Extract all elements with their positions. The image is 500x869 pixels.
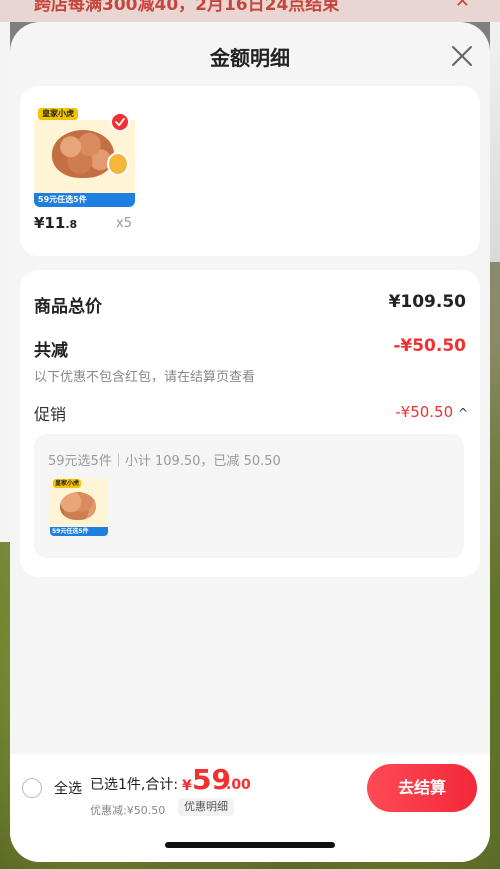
total-price-label: 商品总价 xyxy=(34,297,102,317)
total-amount-decimal: .00 xyxy=(226,777,251,793)
promo-banner: 跨店每满300减40，2月16日24点结束 ✕ xyxy=(0,0,500,22)
product-quantity: x5 xyxy=(116,216,132,231)
close-icon[interactable]: ✕ xyxy=(455,0,470,12)
promo-tag: 59元任选5件 xyxy=(50,527,108,536)
brand-label: 皇家小虎 xyxy=(38,108,78,120)
price-main: ¥11 xyxy=(34,214,66,232)
discount-note: 优惠减:¥50.50 xyxy=(90,804,166,817)
sheet-header: 金额明细 xyxy=(10,22,490,88)
background-page-edge xyxy=(0,22,10,542)
chevron-up-icon: ^ xyxy=(457,406,468,420)
select-all-label[interactable]: 全选 xyxy=(54,778,82,798)
promotion-detail-box: 59元选5件｜小计 109.50，已减 50.50 皇家小虎 59元任选5件 xyxy=(34,434,464,558)
promo-tag: 59元任选5件 xyxy=(34,193,135,207)
total-price-value: ¥109.50 xyxy=(388,292,466,312)
reduction-label: 共减 xyxy=(34,341,68,361)
checkout-bar: 全选 已选1件,合计: ¥ 59 .00 优惠减:¥50.50 优惠明细 去结算 xyxy=(10,754,490,862)
promotion-description: 59元选5件｜小计 109.50，已减 50.50 xyxy=(48,454,281,469)
reduction-value: -¥50.50 xyxy=(393,336,466,356)
product-card: 皇家小虎 59元任选5件 ¥11.8 x5 xyxy=(20,86,480,256)
price-decimal: .8 xyxy=(65,218,78,231)
sausage-image xyxy=(52,130,114,178)
checkout-button[interactable]: 去结算 xyxy=(367,764,477,812)
promotion-value: -¥50.50 xyxy=(395,403,454,421)
home-indicator xyxy=(165,842,335,848)
select-all-radio[interactable] xyxy=(22,778,42,798)
selected-summary: 已选1件,合计: xyxy=(90,777,179,793)
summary-card: 商品总价 ¥109.50 共减 -¥50.50 以下优惠不包含红包，请在结算页查… xyxy=(20,270,480,577)
sausage-image xyxy=(60,492,96,520)
promotion-product-image[interactable]: 皇家小虎 59元任选5件 xyxy=(50,478,108,536)
background-page-edge xyxy=(490,22,500,262)
tiger-mascot-icon xyxy=(107,152,129,176)
amount-detail-sheet: 金额明细 皇家小虎 59元任选5件 ¥11.8 x5 商品总价 ¥109.50 … xyxy=(10,22,490,862)
close-icon[interactable] xyxy=(450,44,474,68)
promo-banner-text: 跨店每满300减40，2月16日24点结束 xyxy=(34,0,340,15)
discount-detail-button[interactable]: 优惠明细 xyxy=(178,798,234,816)
reduction-note: 以下优惠不包含红包，请在结算页查看 xyxy=(34,370,256,385)
promotion-label: 促销 xyxy=(34,405,67,424)
checkmark-icon[interactable] xyxy=(110,112,130,132)
brand-label: 皇家小虎 xyxy=(53,479,82,488)
total-currency: ¥ xyxy=(182,778,192,794)
promotion-toggle[interactable]: -¥50.50 ^ xyxy=(395,403,468,421)
page-title: 金额明细 xyxy=(210,46,290,70)
product-price: ¥11.8 xyxy=(34,214,77,232)
